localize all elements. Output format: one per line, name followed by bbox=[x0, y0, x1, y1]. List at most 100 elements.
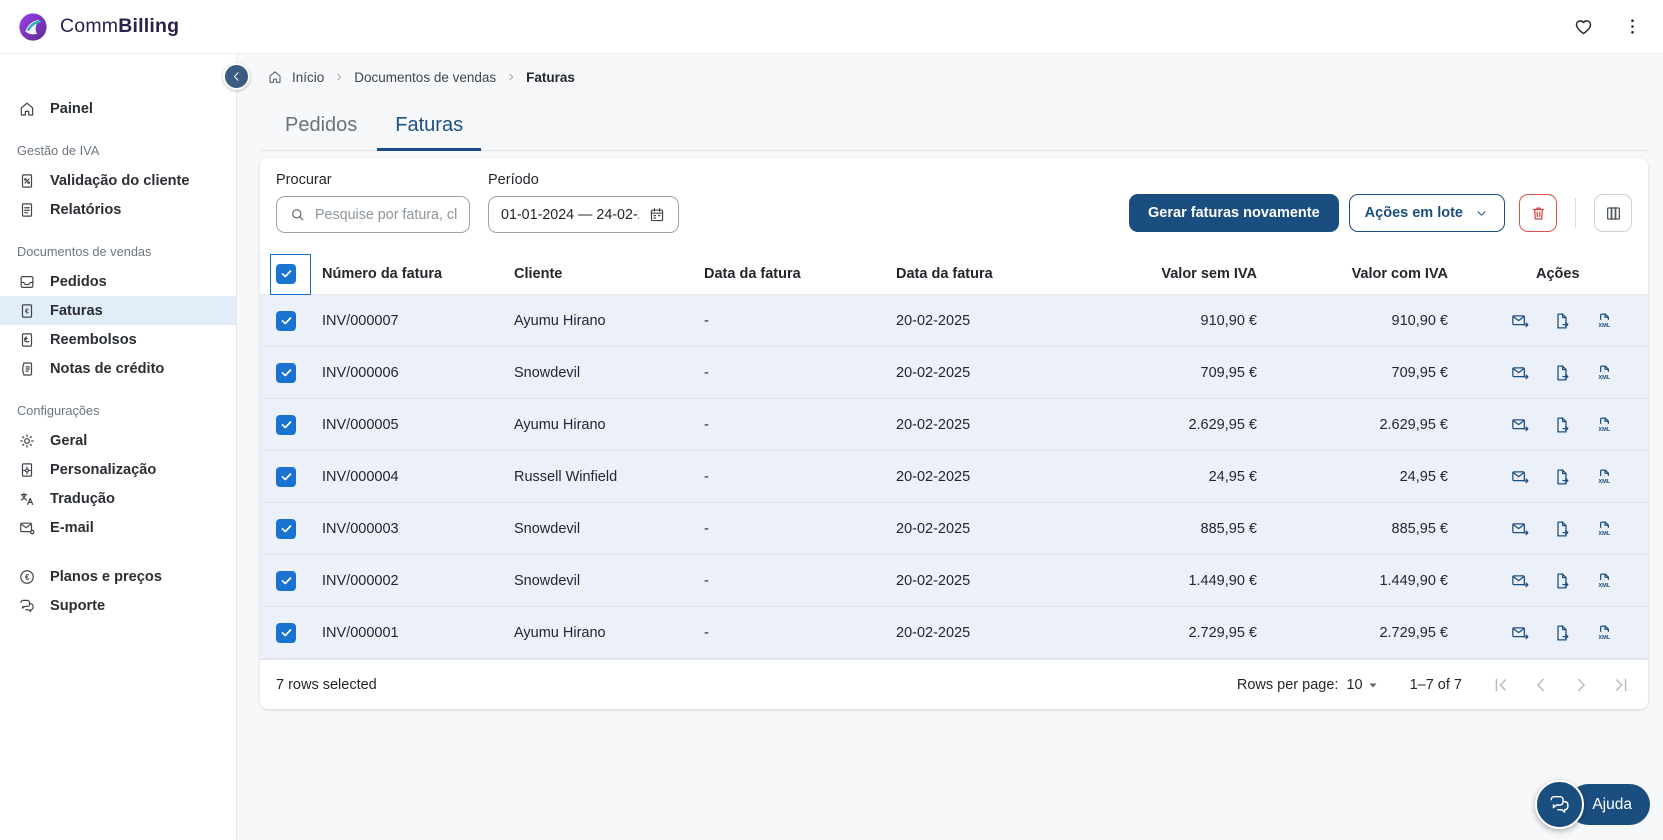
row-checkbox[interactable] bbox=[276, 518, 296, 539]
batch-actions-button[interactable]: Ações em lote bbox=[1348, 194, 1505, 232]
delete-button[interactable] bbox=[1519, 194, 1557, 232]
value-net: 2.729,95 € bbox=[1188, 624, 1257, 641]
home-icon[interactable] bbox=[267, 69, 283, 85]
invoice-number: INV/000004 bbox=[322, 468, 399, 485]
breadcrumb-inicio[interactable]: Início bbox=[292, 70, 324, 85]
row-checkbox[interactable] bbox=[276, 622, 296, 643]
sidebar-item-validacao-do-cliente[interactable]: Validação do cliente bbox=[0, 166, 236, 195]
brand-logo[interactable]: CommBilling bbox=[16, 10, 179, 44]
sidebar-item-reembolsos[interactable]: Reembolsos bbox=[0, 325, 236, 354]
download-xml-button[interactable]: XML bbox=[1594, 467, 1614, 487]
sidebar-item-notas-de-credito[interactable]: Notas de crédito bbox=[0, 354, 236, 383]
download-xml-button[interactable]: XML bbox=[1594, 519, 1614, 539]
chevron-right-button[interactable] bbox=[1570, 674, 1592, 696]
value-net: 24,95 € bbox=[1208, 468, 1257, 485]
invoice-number: INV/000001 bbox=[322, 624, 399, 641]
download-xml-button[interactable]: XML bbox=[1594, 623, 1614, 643]
email-settings-icon bbox=[18, 519, 36, 537]
table-row[interactable]: INV/000007 Ayumu Hirano - 20-02-2025 910,90 … bbox=[260, 295, 1648, 347]
sidebar-item-geral[interactable]: Geral bbox=[0, 426, 236, 455]
export-file-button[interactable] bbox=[1552, 623, 1572, 643]
caret-down-icon bbox=[1364, 676, 1382, 694]
last-page-button[interactable] bbox=[1610, 674, 1632, 696]
first-page-button[interactable] bbox=[1490, 674, 1512, 696]
download-xml-button[interactable]: XML bbox=[1594, 571, 1614, 591]
sidebar-item-painel[interactable]: Painel bbox=[0, 94, 236, 123]
top-bar: CommBilling bbox=[0, 0, 1663, 54]
row-checkbox[interactable] bbox=[276, 466, 296, 487]
svg-text:XML: XML bbox=[1598, 426, 1610, 432]
sidebar-item-e-mail[interactable]: E-mail bbox=[0, 513, 236, 542]
export-file-button[interactable] bbox=[1552, 363, 1572, 383]
send-email-button[interactable] bbox=[1510, 571, 1530, 591]
rows-per-page-select[interactable]: 10 bbox=[1346, 676, 1381, 694]
table-row[interactable]: INV/000005 Ayumu Hirano - 20-02-2025 2.629,9… bbox=[260, 399, 1648, 451]
client-name: Snowdevil bbox=[514, 572, 581, 589]
row-checkbox[interactable] bbox=[276, 414, 296, 435]
send-email-button[interactable] bbox=[1510, 623, 1530, 643]
table-row[interactable]: INV/000003 Snowdevil - 20-02-2025 885,95 € 88… bbox=[260, 503, 1648, 555]
sidebar-collapse-button[interactable] bbox=[223, 63, 250, 90]
download-xml-button[interactable]: XML bbox=[1594, 415, 1614, 435]
breadcrumb-documentos-de-vendas[interactable]: Documentos de vendas bbox=[354, 70, 496, 85]
tab-faturas[interactable]: Faturas bbox=[377, 106, 481, 151]
invoice-date: - bbox=[704, 468, 709, 485]
sidebar-item-planos-e-precos[interactable]: € Planos e preços bbox=[0, 562, 236, 591]
table-body: INV/000007 Ayumu Hirano - 20-02-2025 910,90 … bbox=[260, 295, 1648, 659]
more-options-icon[interactable] bbox=[1622, 16, 1643, 37]
send-email-button[interactable] bbox=[1510, 311, 1530, 331]
select-all-checkbox[interactable] bbox=[276, 263, 296, 284]
period-field[interactable]: 01-01-2024 — 24-02-2025 bbox=[488, 196, 679, 233]
value-net: 885,95 € bbox=[1200, 520, 1257, 537]
sidebar-item-suporte[interactable]: Suporte bbox=[0, 591, 236, 620]
row-checkbox[interactable] bbox=[276, 362, 296, 383]
chevron-right-icon bbox=[505, 71, 517, 83]
export-file-button[interactable] bbox=[1552, 415, 1572, 435]
orders-icon bbox=[18, 273, 36, 291]
invoice-date-2: 20-02-2025 bbox=[896, 416, 971, 433]
row-checkbox[interactable] bbox=[276, 570, 296, 591]
sidebar-item-faturas[interactable]: € Faturas bbox=[0, 296, 236, 325]
table-row[interactable]: INV/000002 Snowdevil - 20-02-2025 1.449,90 €… bbox=[260, 555, 1648, 607]
invoice-date-2: 20-02-2025 bbox=[896, 364, 971, 381]
export-file-button[interactable] bbox=[1552, 519, 1572, 539]
row-checkbox[interactable] bbox=[276, 310, 296, 331]
columns-icon bbox=[1604, 204, 1623, 223]
sidebar-item-personalizacao[interactable]: Personalização bbox=[0, 455, 236, 484]
table-row[interactable]: INV/000006 Snowdevil - 20-02-2025 709,95 € 70… bbox=[260, 347, 1648, 399]
sidebar: Painel Gestão de IVA Validação do cliente R… bbox=[0, 54, 250, 840]
export-file-button[interactable] bbox=[1552, 571, 1572, 591]
help-label: Ajuda bbox=[1592, 795, 1632, 813]
sidebar-item-traducao[interactable]: Tradução bbox=[0, 484, 236, 513]
chevron-left-button[interactable] bbox=[1530, 674, 1552, 696]
invoice-date-2: 20-02-2025 bbox=[896, 468, 971, 485]
svg-text:€: € bbox=[25, 307, 29, 315]
column-value-net: Valor sem IVA bbox=[1161, 265, 1257, 282]
invoice-date: - bbox=[704, 364, 709, 381]
export-file-button[interactable] bbox=[1552, 311, 1572, 331]
export-file-button[interactable] bbox=[1552, 467, 1572, 487]
sidebar-item-label: Pedidos bbox=[50, 273, 107, 290]
columns-button[interactable] bbox=[1594, 194, 1632, 232]
value-gross: 24,95 € bbox=[1399, 468, 1448, 485]
send-email-button[interactable] bbox=[1510, 467, 1530, 487]
calendar-icon bbox=[648, 206, 666, 224]
regenerate-invoices-button[interactable]: Gerar faturas novamente bbox=[1129, 194, 1339, 232]
send-email-button[interactable] bbox=[1510, 519, 1530, 539]
sidebar-nav: Painel Gestão de IVA Validação do cliente R… bbox=[0, 94, 236, 620]
sidebar-item-pedidos[interactable]: Pedidos bbox=[0, 267, 236, 296]
sidebar-item-relatorios[interactable]: Relatórios bbox=[0, 195, 236, 224]
send-email-button[interactable] bbox=[1510, 415, 1530, 435]
send-email-button[interactable] bbox=[1510, 363, 1530, 383]
sidebar-item-label: E-mail bbox=[50, 519, 94, 536]
table-row[interactable]: INV/000001 Ayumu Hirano - 20-02-2025 2.729,9… bbox=[260, 607, 1648, 659]
help-button[interactable]: Ajuda bbox=[1535, 780, 1650, 829]
invoice-date: - bbox=[704, 312, 709, 329]
table-row[interactable]: INV/000004 Russell Winfield - 20-02-2025 24,… bbox=[260, 451, 1648, 503]
search-input[interactable] bbox=[315, 206, 457, 223]
download-xml-button[interactable]: XML bbox=[1594, 363, 1614, 383]
sidebar-section-label: Configurações bbox=[17, 403, 100, 418]
favorite-icon[interactable] bbox=[1573, 16, 1594, 37]
download-xml-button[interactable]: XML bbox=[1594, 311, 1614, 331]
tab-pedidos[interactable]: Pedidos bbox=[267, 106, 375, 150]
